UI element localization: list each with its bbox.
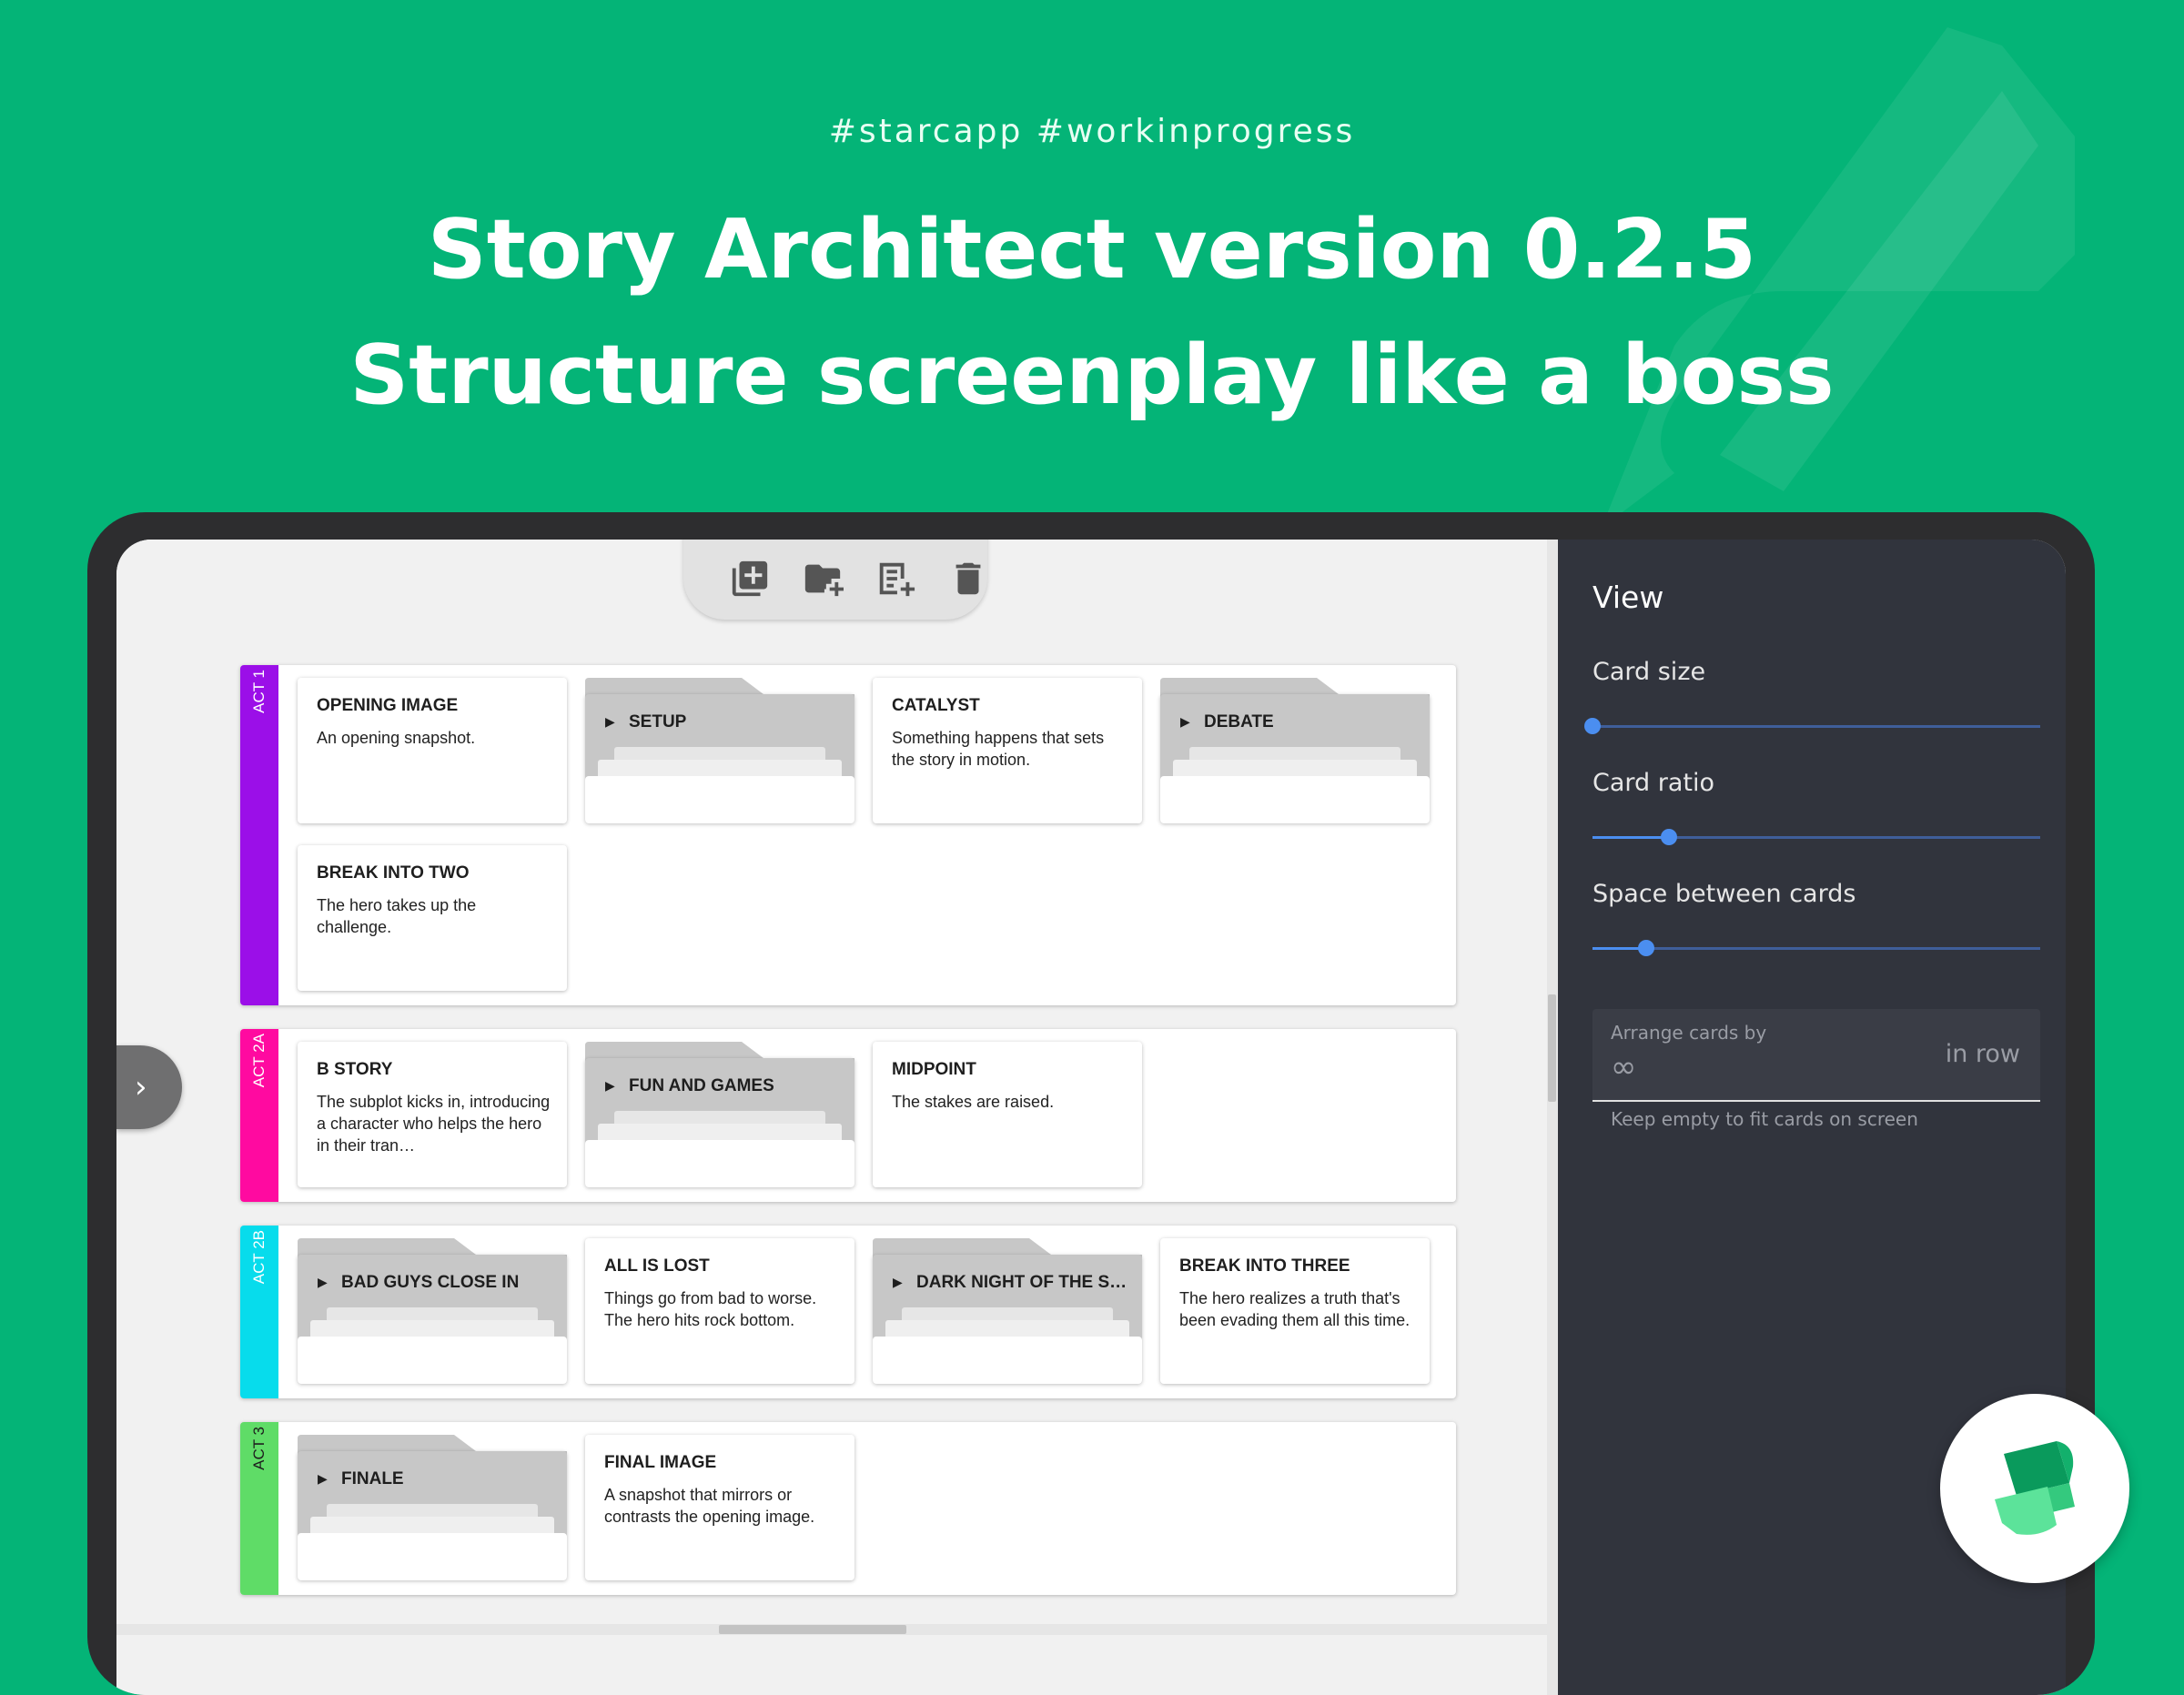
add-note-icon (879, 562, 915, 597)
panel-title: View (1592, 580, 1664, 615)
card-title: B STORY (317, 1060, 393, 1079)
card-all-is-lost[interactable]: ALL IS LOST Things go from bad to worse.… (585, 1238, 854, 1384)
folder-title: FUN AND GAMES (629, 1076, 774, 1095)
card-break-into-two[interactable]: BREAK INTO TWO The hero takes up the cha… (298, 845, 567, 991)
card-title: MIDPOINT (892, 1060, 976, 1079)
slider-fill (1592, 836, 1669, 839)
card-size-slider[interactable] (1584, 718, 2040, 734)
card-size-label: Card size (1592, 658, 1706, 686)
card-b-story[interactable]: B STORY The subplot kicks in, introducin… (298, 1042, 567, 1187)
space-between-cards-slider[interactable] (1592, 940, 2040, 956)
card-final-image[interactable]: FINAL IMAGE A snapshot that mirrors or c… (585, 1435, 854, 1580)
expand-arrow-icon[interactable]: ▶ (893, 1275, 903, 1290)
slider-thumb[interactable] (1660, 829, 1677, 845)
folder-finale[interactable]: ▶ FINALE (298, 1435, 567, 1580)
chevron-right-icon: › (135, 1069, 147, 1105)
card-title: CATALYST (892, 696, 980, 715)
card-description: An opening snapshot. (317, 729, 476, 747)
card-catalyst[interactable]: CATALYST Something happens that sets the… (873, 678, 1142, 823)
card-title: ALL IS LOST (604, 1256, 710, 1276)
card-ratio-slider[interactable] (1592, 829, 2040, 845)
folder-title: DEBATE (1204, 712, 1274, 731)
expand-arrow-icon[interactable]: ▶ (318, 1471, 328, 1487)
card-midpoint[interactable]: MIDPOINT The stakes are raised. (873, 1042, 1142, 1187)
act-2b-color-strip: ACT 2B (240, 1226, 278, 1398)
expand-arrow-icon[interactable]: ▶ (1180, 714, 1190, 730)
act-2b-container: ACT 2B ▶ BAD GUYS CLOSE IN ALL IS LOST T… (240, 1226, 1456, 1398)
vertical-scroll-thumb[interactable] (1548, 994, 1556, 1102)
folder-title: DARK NIGHT OF THE S… (916, 1273, 1127, 1292)
folder-fun-and-games[interactable]: ▶ FUN AND GAMES (585, 1042, 854, 1187)
add-card-button[interactable] (729, 558, 771, 600)
app-window: › ACT 1 OPENING IMAGE An opening snapsho… (116, 540, 2066, 1695)
arrange-field-suffix: in row (1945, 1040, 2020, 1068)
delete-icon (956, 562, 981, 595)
act-3-container: ACT 3 ▶ FINALE FINAL IMAGE A snapshot th… (240, 1422, 1456, 1595)
space-between-cards-label: Space between cards (1592, 880, 1856, 908)
expand-arrow-icon[interactable]: ▶ (605, 714, 615, 730)
slider-thumb[interactable] (1638, 940, 1655, 956)
hashtags: #starcapp #workinprogress (828, 113, 1356, 150)
card-description: A snapshot that mirrors or contrasts the… (604, 1486, 815, 1526)
arrange-field-label: Arrange cards by (1611, 1022, 1767, 1044)
folder-bad-guys-close-in[interactable]: ▶ BAD GUYS CLOSE IN (298, 1238, 567, 1384)
add-folder-icon (804, 564, 844, 597)
card-opening-image[interactable]: OPENING IMAGE An opening snapshot. (298, 678, 567, 823)
cards-canvas[interactable]: › ACT 1 OPENING IMAGE An opening snapsho… (116, 540, 1547, 1695)
delete-button[interactable] (947, 558, 989, 600)
card-title: BREAK INTO THREE (1179, 1256, 1350, 1276)
folder-setup[interactable]: ▶ SETUP (585, 678, 854, 823)
arrange-cards-field[interactable]: Arrange cards by ∞ in row (1592, 1009, 2040, 1102)
folder-title: BAD GUYS CLOSE IN (341, 1273, 520, 1292)
act-1-container: ACT 1 OPENING IMAGE An opening snapshot.… (240, 665, 1456, 1005)
slider-thumb[interactable] (1584, 718, 1601, 734)
vertical-scrollbar[interactable] (1547, 540, 1558, 1695)
card-description: The subplot kicks in, introducing a char… (317, 1093, 551, 1155)
add-folder-button[interactable] (802, 558, 844, 600)
act-1-color-strip: ACT 1 (240, 665, 278, 1005)
card-description: The hero realizes a truth that's been ev… (1179, 1289, 1410, 1329)
folder-title: SETUP (629, 712, 687, 731)
expand-sidebar-button[interactable]: › (116, 1045, 182, 1129)
headline-line-1: Story Architect version 0.2.5 (427, 202, 1757, 298)
add-card-icon (732, 560, 768, 597)
card-title: FINAL IMAGE (604, 1453, 717, 1472)
folder-dark-night[interactable]: ▶ DARK NIGHT OF THE S… (873, 1238, 1142, 1384)
arrange-helper-text: Keep empty to fit cards on screen (1611, 1108, 1918, 1130)
expand-arrow-icon[interactable]: ▶ (318, 1275, 328, 1290)
card-break-into-three[interactable]: BREAK INTO THREE The hero realizes a tru… (1160, 1238, 1430, 1384)
act-label: ACT 3 (250, 1427, 268, 1470)
card-description: Things go from bad to worse. The hero hi… (604, 1289, 817, 1329)
add-note-button[interactable] (875, 558, 916, 600)
device-frame: › ACT 1 OPENING IMAGE An opening snapsho… (87, 512, 2095, 1695)
act-3-color-strip: ACT 3 (240, 1422, 278, 1595)
folder-title: FINALE (341, 1469, 404, 1488)
card-description: The hero takes up the challenge. (317, 896, 477, 936)
act-2a-container: ACT 2A B STORY The subplot kicks in, int… (240, 1029, 1456, 1202)
act-label: ACT 2A (250, 1034, 268, 1088)
app-logo-icon (1995, 1441, 2075, 1535)
card-description: The stakes are raised. (892, 1093, 1055, 1111)
cards-toolbar (683, 540, 987, 620)
act-label: ACT 2B (250, 1230, 268, 1285)
expand-arrow-icon[interactable]: ▶ (605, 1078, 615, 1094)
card-ratio-label: Card ratio (1592, 769, 1714, 797)
app-logo-badge (1940, 1394, 2129, 1583)
act-2a-color-strip: ACT 2A (240, 1029, 278, 1202)
card-title: OPENING IMAGE (317, 696, 459, 715)
act-label: ACT 1 (250, 670, 268, 713)
folder-debate[interactable]: ▶ DEBATE (1160, 678, 1430, 823)
arrange-field-value[interactable]: ∞ (1611, 1049, 1636, 1085)
card-title: BREAK INTO TWO (317, 863, 470, 883)
card-description: Something happens that sets the story in… (892, 729, 1105, 769)
headline-line-2: Structure screenplay like a boss (349, 328, 1835, 423)
horizontal-scroll-thumb[interactable] (719, 1625, 906, 1634)
